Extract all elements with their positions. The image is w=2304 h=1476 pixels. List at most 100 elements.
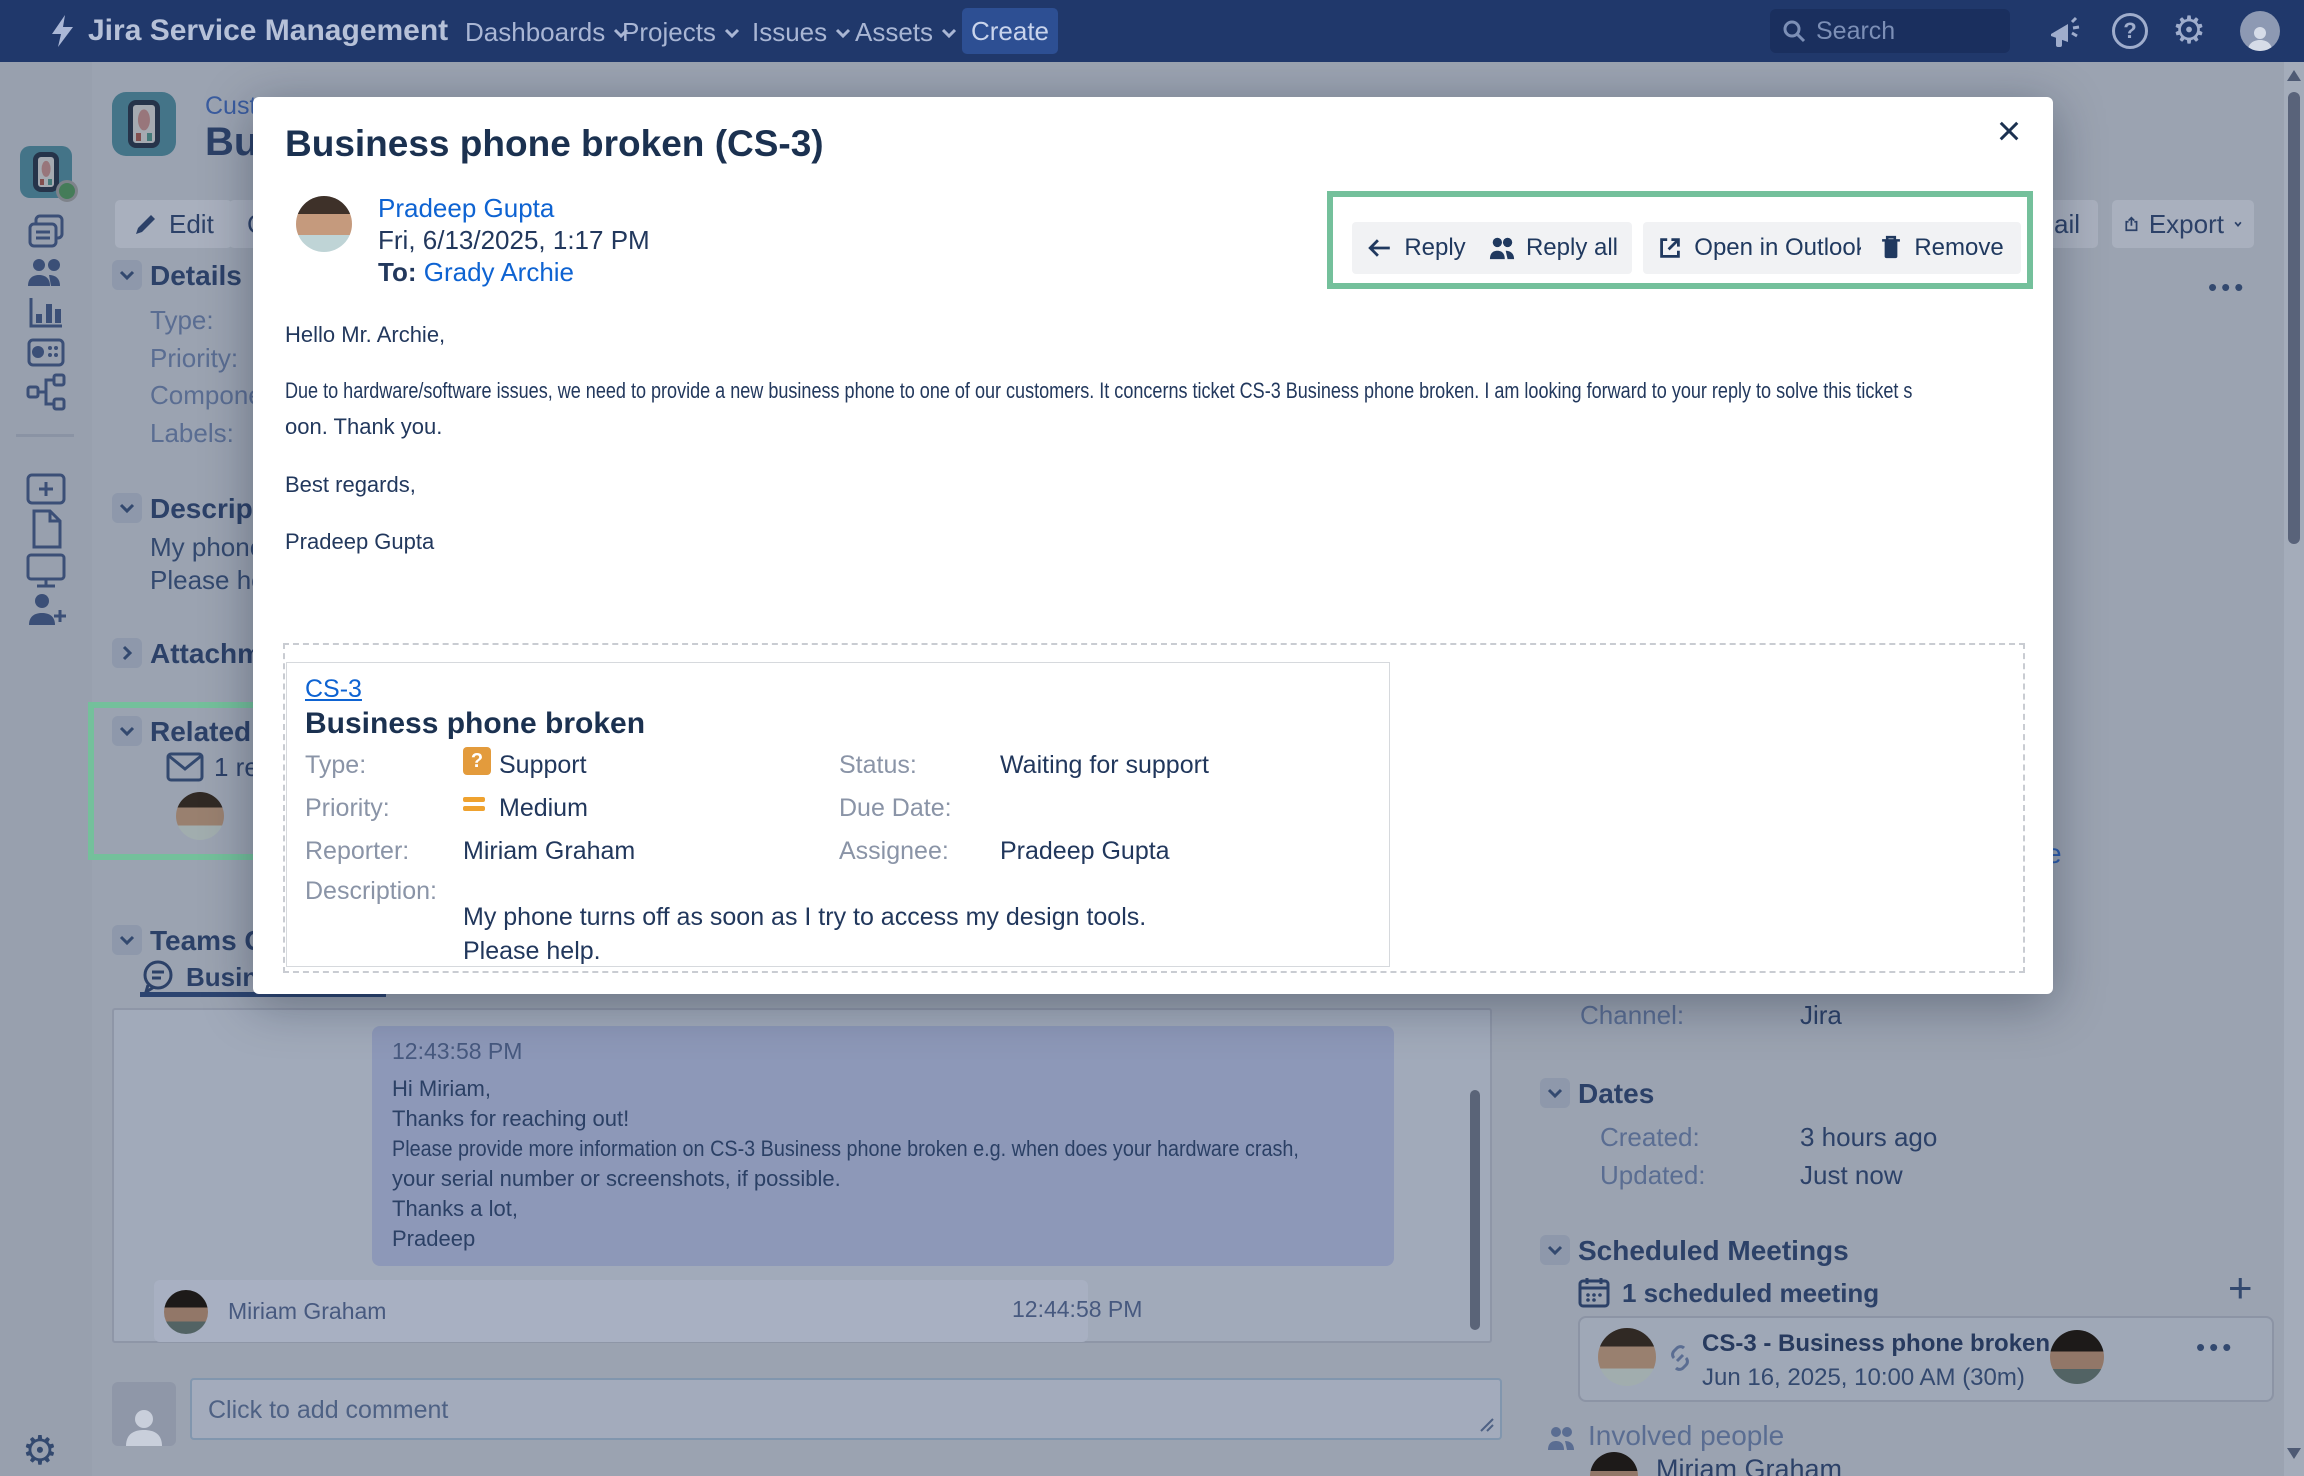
email-body-line: Best regards, [285, 472, 416, 498]
edit-button[interactable]: Edit [115, 200, 232, 248]
field-label-type: Type: [150, 305, 214, 336]
ticket-description-line1: My phone turns off as soon as I try to a… [463, 903, 1146, 932]
details-heading[interactable]: Details [150, 260, 242, 292]
arrow-left-icon [1366, 234, 1394, 262]
description-collapse-icon[interactable] [112, 493, 142, 523]
add-comment-field[interactable]: Click to add comment [190, 1378, 1502, 1440]
project-avatar [112, 92, 176, 156]
export-icon [2124, 211, 2139, 237]
megaphone-icon[interactable] [2046, 14, 2082, 50]
message-line: Pradeep [392, 1226, 475, 1252]
pencil-icon [133, 211, 159, 237]
export-button[interactable]: Export [2112, 200, 2254, 248]
priority-medium-icon [463, 797, 485, 815]
meetings-collapse-icon[interactable] [1540, 1235, 1570, 1265]
to-label: To: [378, 257, 417, 287]
scrollbar-up-arrow[interactable] [2287, 70, 2301, 81]
teams-collapse-icon[interactable] [112, 925, 142, 955]
nav-assets[interactable]: Assets [855, 17, 957, 48]
channel-value: Jira [1800, 1000, 1842, 1031]
reply-button[interactable]: Reply [1352, 222, 1480, 274]
open-in-outlook-button[interactable]: Open in Outlook [1643, 222, 1881, 274]
camera-calendar-icon[interactable] [24, 330, 68, 374]
chevron-down-icon [835, 27, 851, 39]
project-settings-gear-icon[interactable]: ⚙ [22, 1428, 58, 1474]
email-body-line: Pradeep Gupta [285, 529, 434, 555]
nav-projects[interactable]: Projects [622, 17, 740, 48]
calendar-icon [1578, 1276, 1610, 1308]
related-emails-collapse-icon[interactable] [112, 716, 142, 746]
dates-collapse-icon[interactable] [1540, 1078, 1570, 1108]
message-line: your serial number or screenshots, if po… [392, 1166, 841, 1192]
ticket-type-value: Support [499, 751, 587, 780]
involved-person-name[interactable]: Miriam Graham [1656, 1454, 1842, 1476]
project-sidebar: ⚙ » [0, 62, 92, 1476]
ticket-due-label: Due Date: [839, 794, 952, 823]
document-icon[interactable] [24, 507, 68, 551]
message-line: Thanks for reaching out! [392, 1106, 629, 1132]
email-date: Fri, 6/13/2025, 1:17 PM [378, 225, 650, 256]
scrollbar-down-arrow[interactable] [2287, 1448, 2301, 1459]
remove-button[interactable]: Remove [1861, 222, 2021, 274]
channel-label: Channel: [1580, 1000, 1684, 1031]
people-icon [1546, 1424, 1576, 1452]
search-input[interactable] [1816, 17, 1986, 46]
ticket-description-line2: Please help. [463, 937, 601, 966]
help-icon[interactable]: ? [2112, 13, 2148, 49]
ticket-key-link[interactable]: CS-3 [305, 675, 362, 704]
close-icon[interactable]: × [1983, 105, 2035, 157]
email-modal: Business phone broken (CS-3) × Pradeep G… [253, 97, 2053, 994]
dates-heading[interactable]: Dates [1578, 1078, 1654, 1110]
create-button[interactable]: Create [962, 8, 1058, 54]
person-icon [122, 1406, 166, 1446]
queues-icon[interactable] [24, 210, 68, 254]
sidebar-divider [16, 434, 74, 437]
more-actions-icon[interactable]: ••• [2208, 272, 2247, 303]
link-icon [1666, 1344, 1694, 1372]
chevron-down-icon [2234, 219, 2242, 229]
comment-avatar-placeholder [112, 1382, 176, 1446]
jira-logo-icon [46, 14, 80, 48]
attachments-expand-icon[interactable] [112, 638, 142, 668]
reply-all-button[interactable]: Reply all [1474, 222, 1632, 274]
ticket-description-label: Description: [305, 877, 437, 906]
recipient-link[interactable]: Grady Archie [424, 257, 574, 287]
settings-gear-icon[interactable]: ⚙ [2172, 8, 2206, 54]
structure-tree-icon[interactable] [24, 370, 68, 414]
page-scrollbar-thumb[interactable] [2288, 92, 2300, 544]
created-label: Created: [1600, 1122, 1700, 1153]
meeting-more-icon[interactable]: ••• [2196, 1332, 2235, 1363]
meeting-title[interactable]: CS-3 - Business phone broken [1702, 1330, 2050, 1358]
app-title: Jira Service Management [88, 14, 448, 48]
nav-dashboards[interactable]: Dashboards [465, 17, 629, 48]
updated-label: Updated: [1600, 1160, 1706, 1191]
add-meeting-icon[interactable]: + [2228, 1264, 2253, 1312]
resize-handle-icon[interactable] [1478, 1416, 1494, 1432]
card-add-icon[interactable] [24, 467, 68, 511]
chevron-down-icon [941, 27, 957, 39]
avatar[interactable] [176, 792, 224, 840]
meeting-count: 1 scheduled meeting [1622, 1278, 1879, 1309]
envelope-icon [166, 752, 204, 782]
project-avatar-small[interactable] [20, 146, 72, 198]
message-author: Miriam Graham [228, 1298, 386, 1325]
customers-icon[interactable] [24, 250, 68, 294]
global-search[interactable] [1770, 9, 2010, 53]
person-add-icon[interactable] [24, 588, 68, 632]
modal-title: Business phone broken (CS-3) [285, 123, 824, 165]
monitor-icon[interactable] [24, 548, 68, 592]
ticket-status-value: Waiting for support [1000, 751, 1209, 780]
email-body-line: Due to hardware/software issues, we need… [285, 378, 1912, 404]
nav-issues[interactable]: Issues [752, 17, 851, 48]
updated-value: Just now [1800, 1160, 1903, 1191]
email-body-line: Hello Mr. Archie, [285, 322, 445, 348]
user-avatar[interactable] [2240, 11, 2280, 51]
message-line: Hi Miriam, [392, 1076, 491, 1102]
sender-name-link[interactable]: Pradeep Gupta [378, 193, 554, 224]
reports-icon[interactable] [24, 290, 68, 334]
chat-scrollbar[interactable] [1470, 1090, 1480, 1330]
avatar [2050, 1330, 2104, 1384]
scheduled-meetings-heading[interactable]: Scheduled Meetings [1578, 1235, 1849, 1267]
details-collapse-icon[interactable] [112, 260, 142, 290]
meeting-time: Jun 16, 2025, 10:00 AM (30m) [1702, 1364, 2025, 1392]
